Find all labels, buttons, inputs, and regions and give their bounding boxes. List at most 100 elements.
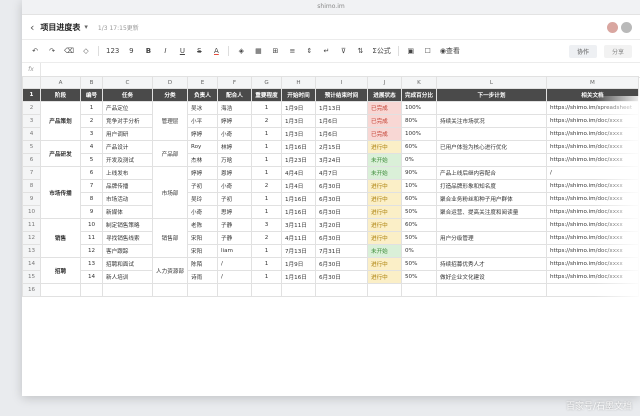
cell[interactable]: 9 bbox=[80, 205, 103, 219]
comment-icon[interactable]: ☐ bbox=[423, 44, 433, 58]
category-cell[interactable]: 管理层 bbox=[152, 101, 188, 141]
cell[interactable]: https://shimo.im/spreadsheet bbox=[545, 101, 639, 115]
cell[interactable] bbox=[435, 244, 547, 258]
row-number[interactable]: 16 bbox=[22, 283, 41, 297]
stage-cell[interactable]: 产品策划 bbox=[40, 101, 81, 141]
table-row[interactable]: 6 5 开发及测试 杰林 万晗 1 1月23日 3月24日 未开始 0% https://shimo… bbox=[22, 153, 639, 167]
cell[interactable]: https://shimo.im/doc/xxxx bbox=[545, 114, 639, 128]
header-cell[interactable]: 下一步计划 bbox=[435, 88, 547, 102]
cell[interactable]: 0% bbox=[400, 153, 437, 167]
column-header-b[interactable]: B bbox=[80, 76, 103, 89]
cell[interactable]: 市场活动 bbox=[102, 192, 153, 206]
cell[interactable]: 1 bbox=[250, 140, 282, 154]
cell[interactable]: 90% bbox=[400, 166, 437, 180]
cell[interactable]: 1月9日 bbox=[280, 101, 316, 115]
cell[interactable]: 诗雨 bbox=[186, 270, 218, 284]
cell[interactable]: 婷婷 bbox=[186, 127, 218, 141]
row-number[interactable]: 6 bbox=[22, 153, 41, 167]
column-header-g[interactable]: G bbox=[250, 76, 282, 89]
status-cell[interactable]: 进行中 bbox=[366, 179, 402, 193]
wrap-icon[interactable]: ↵ bbox=[321, 44, 331, 58]
table-row[interactable]: 14 招聘 13 招聘和面试 人力资源部 陈陌/1 1月9日 6月30日 进行中 50% 持续招募优… bbox=[22, 257, 639, 284]
column-header-a[interactable]: A bbox=[40, 76, 81, 89]
cell[interactable]: 3 bbox=[80, 127, 103, 141]
row-number[interactable]: 11 bbox=[22, 218, 41, 232]
cell[interactable]: 80% bbox=[400, 114, 437, 128]
cell[interactable]: 7月13日 bbox=[280, 244, 316, 258]
status-cell[interactable]: 进行中 bbox=[366, 192, 402, 206]
number-format-dropdown[interactable]: 123 bbox=[106, 44, 119, 58]
cell[interactable]: 宋阳 bbox=[186, 244, 218, 258]
cell[interactable]: 做好企业文化建设 bbox=[435, 270, 547, 284]
row-number[interactable]: 9 bbox=[22, 192, 41, 206]
undo-icon[interactable]: ↶ bbox=[30, 44, 40, 58]
cell[interactable]: 宋阳 bbox=[186, 231, 218, 245]
cell[interactable]: 寻找销售线索 bbox=[102, 231, 153, 245]
cell[interactable]: https://shimo.im/doc/xxxx bbox=[545, 127, 639, 141]
empty-cell[interactable] bbox=[280, 283, 316, 297]
empty-cell[interactable] bbox=[545, 283, 639, 297]
cell[interactable]: 子初 bbox=[186, 179, 218, 193]
row-number[interactable]: 13 bbox=[22, 244, 41, 258]
header-cell[interactable]: 进展状态 bbox=[366, 88, 402, 102]
format-painter-icon[interactable]: ⌫ bbox=[64, 44, 74, 58]
status-cell[interactable]: 未开始 bbox=[366, 244, 402, 258]
cell[interactable]: 1月13日 bbox=[314, 101, 368, 115]
cell[interactable]: https://shimo.im/doc/xxxx bbox=[545, 179, 639, 193]
column-header-d[interactable]: D bbox=[152, 76, 188, 89]
cell[interactable]: 子静 bbox=[216, 218, 252, 232]
cell[interactable]: 已用户体验为核心进行优化 bbox=[435, 140, 547, 154]
cell[interactable]: / bbox=[216, 270, 252, 284]
borders-icon[interactable]: ▦ bbox=[253, 44, 263, 58]
cell[interactable]: 用户调研 bbox=[102, 127, 153, 141]
font-size-dropdown[interactable]: 9 bbox=[126, 44, 136, 58]
cell[interactable]: 3 bbox=[250, 218, 282, 232]
cell[interactable]: 1月4日 bbox=[280, 179, 316, 193]
header-cell[interactable]: 负责人 bbox=[186, 88, 218, 102]
cell[interactable]: 1月16日 bbox=[280, 140, 316, 154]
cell[interactable]: 1月9日 bbox=[280, 257, 316, 271]
cell[interactable]: 开发及测试 bbox=[102, 153, 153, 167]
row-number[interactable]: 14 bbox=[22, 257, 41, 271]
cell[interactable]: 4月7日 bbox=[314, 166, 368, 180]
cell[interactable]: 2 bbox=[80, 114, 103, 128]
cell[interactable]: 60% bbox=[400, 140, 437, 154]
cell[interactable]: 制定销售策略 bbox=[102, 218, 153, 232]
empty-cell[interactable] bbox=[152, 283, 188, 297]
category-cell[interactable]: 产品部 bbox=[152, 140, 188, 167]
status-cell[interactable]: 未开始 bbox=[366, 153, 402, 167]
cell[interactable]: 1 bbox=[250, 270, 282, 284]
cell[interactable]: 13 bbox=[80, 257, 103, 271]
column-header-h[interactable]: H bbox=[280, 76, 316, 89]
cell[interactable]: / bbox=[216, 257, 252, 271]
column-header-i[interactable]: I bbox=[314, 76, 368, 89]
cell[interactable]: 老陈 bbox=[186, 218, 218, 232]
cell[interactable]: 1月3日 bbox=[280, 127, 316, 141]
cell[interactable]: 3月11日 bbox=[280, 218, 316, 232]
cell[interactable]: Roy bbox=[186, 140, 218, 154]
column-header-m[interactable]: M bbox=[545, 76, 639, 89]
cell[interactable]: 招聘和面试 bbox=[102, 257, 153, 271]
view-button[interactable]: ◉ 查看 bbox=[440, 44, 460, 58]
cell[interactable]: 1月6日 bbox=[314, 127, 368, 141]
table-row[interactable]: 3 2 竞争对手分析 小平 婷婷 2 1月3日 1月6日 已完成 80% 持续关注市场状况 https… bbox=[22, 114, 639, 128]
cell[interactable]: 1 bbox=[250, 166, 282, 180]
table-row[interactable]: 5 产品研发 4 产品设计 产品部 Roy 林婷 1 1月16日 2月15日 进行中 60% 已用户体验… bbox=[22, 140, 639, 167]
cell[interactable]: 50% bbox=[400, 205, 437, 219]
cell[interactable]: 1月16日 bbox=[280, 192, 316, 206]
underline-button[interactable]: U bbox=[177, 44, 187, 58]
empty-cell[interactable] bbox=[250, 283, 282, 297]
avatar[interactable] bbox=[607, 21, 618, 33]
cell[interactable]: 50% bbox=[400, 270, 437, 284]
cell[interactable]: https://shimo.im/doc/xxxx bbox=[545, 140, 639, 154]
cell[interactable]: 11 bbox=[80, 231, 103, 245]
category-cell[interactable]: 市场部 bbox=[152, 166, 188, 219]
cell[interactable]: 100% bbox=[400, 101, 437, 115]
fill-color-icon[interactable]: ◈ bbox=[236, 44, 246, 58]
cell[interactable]: 2月15日 bbox=[314, 140, 368, 154]
column-header-j[interactable]: J bbox=[366, 76, 402, 89]
cell[interactable]: 12 bbox=[80, 244, 103, 258]
cell[interactable]: 4月11日 bbox=[280, 231, 316, 245]
cell[interactable]: 60% bbox=[400, 218, 437, 232]
cell[interactable]: 100% bbox=[400, 127, 437, 141]
